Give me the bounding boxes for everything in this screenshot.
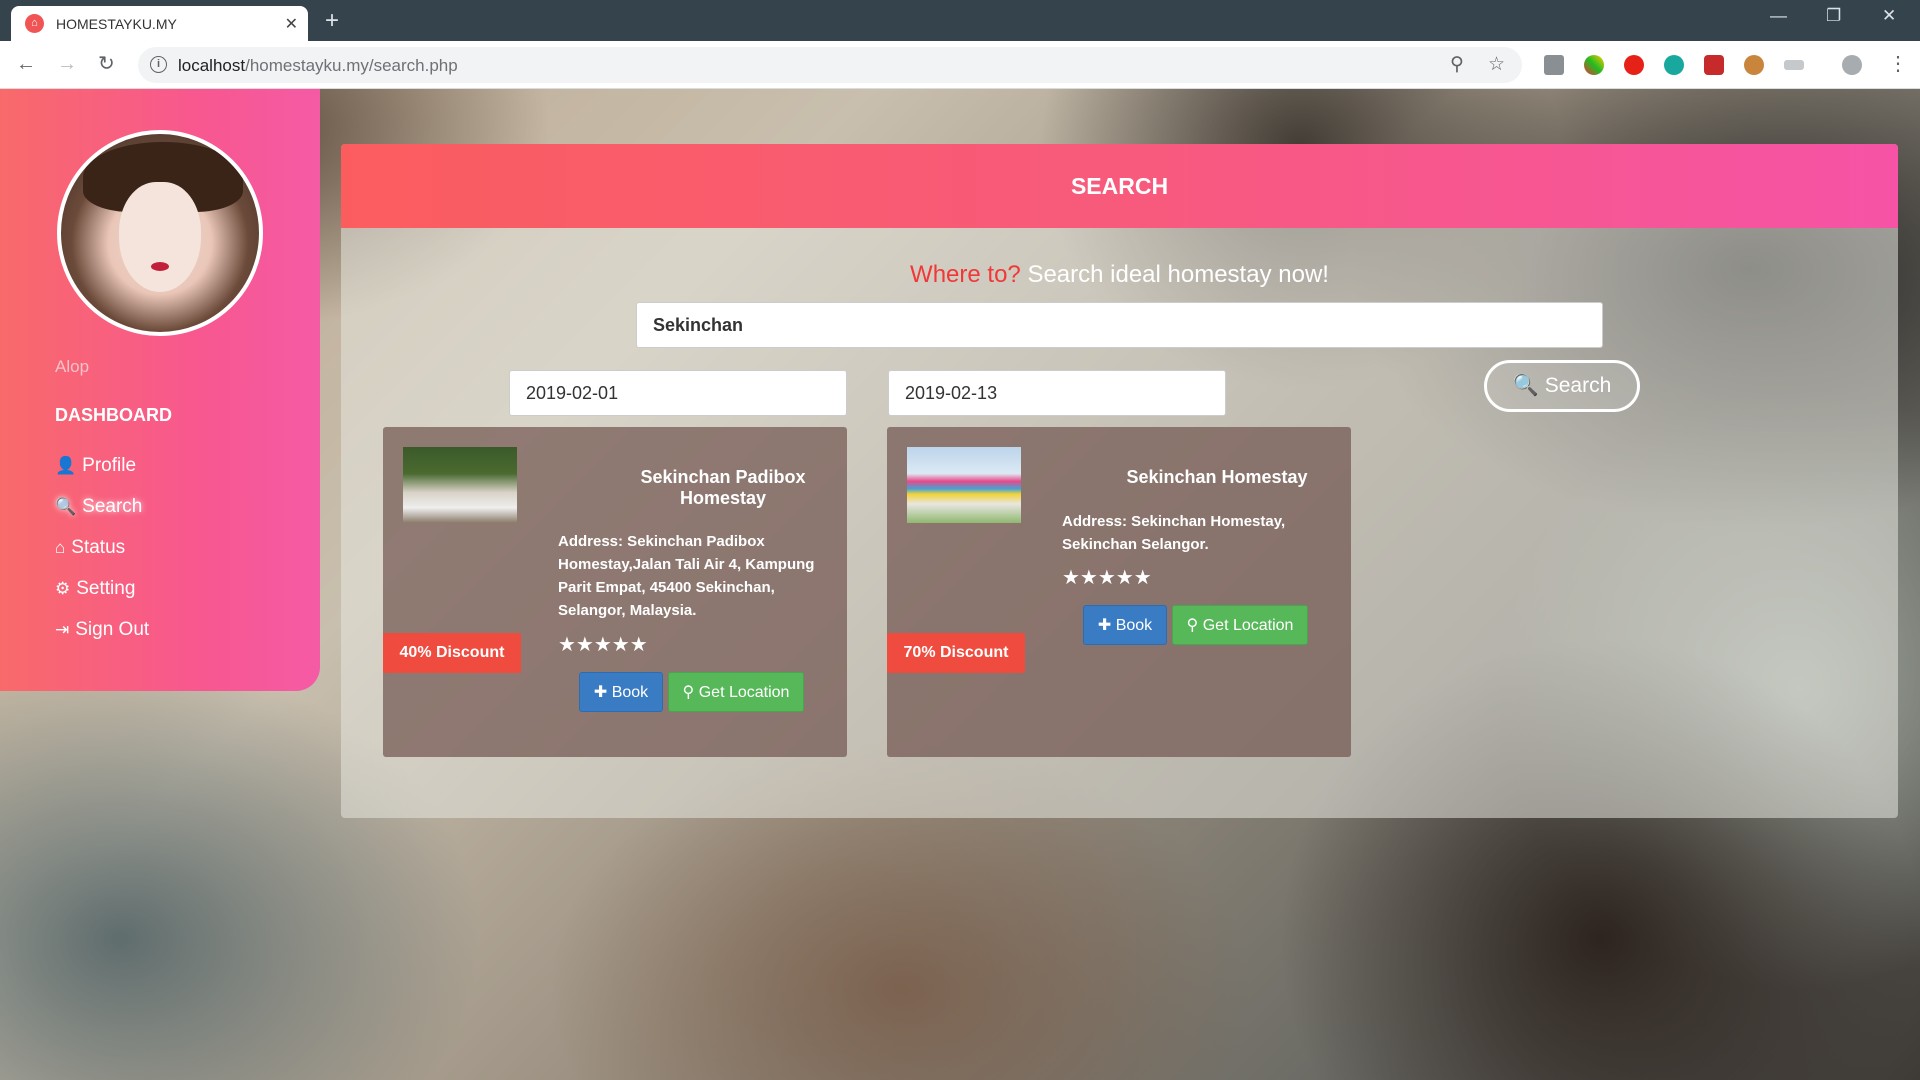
checkout-date-input[interactable]: 2019-02-13 (888, 370, 1226, 416)
browser-titlebar: ⌂ HOMESTAYKU.MY ✕ + — ❐ ✕ (0, 0, 1920, 41)
url-host: localhost (178, 56, 246, 75)
reload-button[interactable]: ↻ (98, 52, 115, 76)
back-button[interactable]: ← (16, 52, 36, 76)
sidebar-item-label: Status (71, 537, 126, 558)
forward-button[interactable]: → (57, 52, 77, 76)
get-location-button[interactable]: ⚲ Get Location (668, 672, 804, 712)
result-card: Sekinchan Padibox Homestay Address: Seki… (383, 427, 847, 757)
sidebar-item-label: Profile (82, 455, 137, 476)
sidebar-item-sign-out[interactable]: ⇥ Sign Out (55, 619, 149, 641)
discount-badge: 70% Discount (887, 633, 1025, 673)
user-icon: 👤 (55, 456, 77, 475)
book-button-label: Book (611, 684, 649, 701)
extension-icon[interactable] (1544, 55, 1564, 75)
gear-icon: ⚙ (55, 579, 71, 598)
new-tab-button[interactable]: + (325, 6, 339, 36)
url-text[interactable]: localhost/homestayku.my/search.php (178, 56, 458, 76)
book-button[interactable]: ✚ Book (579, 672, 663, 712)
sidebar-item-label: Setting (76, 578, 136, 599)
get-location-button[interactable]: ⚲ Get Location (1172, 605, 1308, 645)
sidebar-item-label: Search (82, 496, 143, 517)
sidebar-item-search[interactable]: 🔍 Search (55, 496, 142, 518)
sign-out-icon: ⇥ (55, 620, 70, 639)
sidebar: Alop DASHBOARD 👤 Profile 🔍 Search ⌂ Stat… (0, 89, 320, 691)
location-input[interactable]: Sekinchan (636, 302, 1603, 348)
search-panel: SEARCH Where to? Search ideal homestay n… (341, 144, 1898, 818)
address-bar[interactable]: i localhost/homestayku.my/search.php ⚲ ☆ (138, 47, 1522, 83)
search-icon: 🔍 (1512, 374, 1539, 397)
extension-icon[interactable] (1784, 60, 1804, 70)
homestay-name: Sekinchan Padibox Homestay (640, 467, 806, 508)
minimize-button[interactable]: — (1770, 6, 1787, 26)
tab-close-icon[interactable]: ✕ (285, 14, 298, 34)
restore-button[interactable]: ❐ (1826, 6, 1841, 26)
extension-icon[interactable] (1624, 55, 1644, 75)
search-tagline: Where to? Search ideal homestay now! (341, 261, 1898, 289)
browser-toolbar: ← → ↻ i localhost/homestayku.my/search.p… (0, 41, 1920, 89)
tagline-question: Where to? (910, 261, 1021, 288)
result-card: Sekinchan Homestay Address: Sekinchan Ho… (887, 427, 1351, 757)
discount-badge: 40% Discount (383, 633, 521, 673)
extension-icon[interactable] (1584, 55, 1604, 75)
sidebar-item-setting[interactable]: ⚙ Setting (55, 578, 135, 600)
bookmark-star-icon[interactable]: ☆ (1488, 53, 1505, 76)
tagline-text: Search ideal homestay now! (1027, 261, 1329, 288)
get-location-label: Get Location (698, 684, 790, 701)
homestay-address: Address: Sekinchan Padibox Homestay,Jala… (558, 533, 815, 619)
avatar-icon[interactable] (1842, 55, 1862, 75)
menu-icon[interactable]: ⋮ (1888, 52, 1908, 76)
homestay-address: Address: Sekinchan Homestay, Sekinchan S… (1062, 513, 1286, 553)
dashboard-link[interactable]: DASHBOARD (55, 405, 172, 426)
homestay-photo[interactable] (907, 447, 1021, 523)
sidebar-item-profile[interactable]: 👤 Profile (55, 455, 136, 477)
browser-tab[interactable]: ⌂ HOMESTAYKU.MY ✕ (11, 6, 308, 41)
book-button-label: Book (1115, 617, 1153, 634)
extension-icon[interactable] (1664, 55, 1684, 75)
panel-header: SEARCH (341, 144, 1898, 228)
page-title: SEARCH (1070, 173, 1169, 199)
homestay-photo[interactable] (403, 447, 517, 523)
zoom-icon[interactable]: ⚲ (1450, 53, 1464, 76)
page-background: Alop DASHBOARD 👤 Profile 🔍 Search ⌂ Stat… (0, 89, 1920, 1080)
avatar (57, 130, 263, 336)
homestay-name: Sekinchan Homestay (1126, 467, 1308, 487)
checkin-date-input[interactable]: 2019-02-01 (509, 370, 847, 416)
plus-icon: ✚ (593, 684, 608, 701)
info-icon[interactable]: i (150, 56, 167, 73)
user-name: Alop (55, 357, 90, 376)
search-icon: 🔍 (55, 497, 77, 516)
sidebar-item-status[interactable]: ⌂ Status (55, 537, 125, 559)
map-marker-icon: ⚲ (682, 684, 695, 701)
map-marker-icon: ⚲ (1186, 617, 1199, 634)
home-icon: ⌂ (55, 538, 66, 557)
close-window-button[interactable]: ✕ (1882, 6, 1896, 26)
search-button[interactable]: 🔍 Search (1484, 360, 1640, 412)
sidebar-item-label: Sign Out (75, 619, 150, 640)
book-button[interactable]: ✚ Book (1083, 605, 1167, 645)
tab-title: HOMESTAYKU.MY (56, 15, 177, 32)
url-path: /homestayku.my/search.php (245, 56, 458, 75)
rating-stars: ★★★★★ (558, 634, 648, 656)
plus-icon: ✚ (1097, 617, 1112, 634)
favicon-icon: ⌂ (25, 14, 44, 33)
avatar-lips (151, 262, 169, 271)
extension-icon[interactable] (1744, 55, 1764, 75)
avatar-face (119, 182, 201, 292)
rating-stars: ★★★★★ (1062, 567, 1152, 589)
get-location-label: Get Location (1202, 617, 1294, 634)
search-button-label: Search (1544, 374, 1612, 397)
extension-icon[interactable] (1704, 55, 1724, 75)
